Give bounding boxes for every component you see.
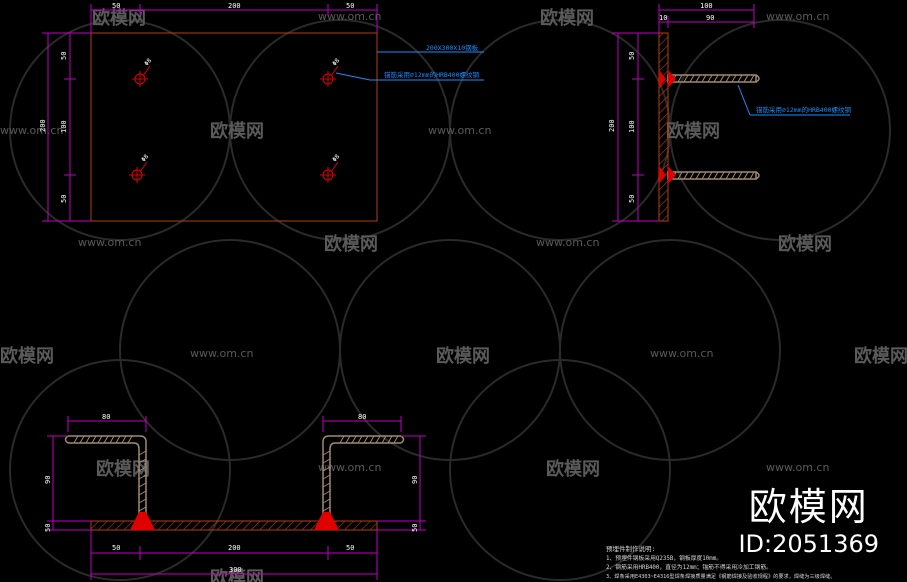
dim-side-left-mid: 100 xyxy=(628,120,636,133)
dim-height-left-bot: 50 xyxy=(44,524,52,532)
dim-bottom-right: 50 xyxy=(346,544,354,552)
watermark-brand: 欧模网 xyxy=(546,458,600,480)
cad-drawing-canvas: 欧模网 www.om.cn 欧模网 www.om.cn www.om.cn 欧模… xyxy=(0,0,907,582)
watermark-site: www.om.cn xyxy=(536,236,599,249)
watermark-site: www.om.cn xyxy=(428,124,491,137)
hole-label: Φ8 xyxy=(331,57,341,67)
watermark-brand: 欧模网 xyxy=(778,233,832,255)
hole-marker xyxy=(320,71,336,87)
dim-bottom-mid: 200 xyxy=(228,544,241,552)
watermark-site: www.om.cn xyxy=(318,461,381,474)
watermark-site: www.om.cn xyxy=(650,347,713,360)
callout-bar-plan: 锚筋采用⌀12mm的HRB400螺纹钢 xyxy=(384,70,480,79)
watermark-brand: 欧模网 xyxy=(436,345,490,367)
watermark-site: www.om.cn xyxy=(190,347,253,360)
dim-bottom-left: 50 xyxy=(112,544,120,552)
dim-bottom-total: 300 xyxy=(229,566,242,574)
dim-side-top-a: 10 xyxy=(659,14,667,22)
hole-label: Φ8 xyxy=(143,57,153,67)
dim-plan-top-right: 50 xyxy=(346,2,354,10)
dim-hook-left: 80 xyxy=(102,413,110,421)
dim-height-right-top: 90 xyxy=(411,476,419,484)
plan-view: 50 200 50 50 100 50 200 Φ8 Φ8 Φ8 Φ8 200X… xyxy=(39,2,484,222)
side-view: 100 10 90 50 100 50 200 锚筋采用⌀12mm的HRB400… xyxy=(608,2,852,222)
brand-block: 欧模网 ID:2051369 xyxy=(738,488,879,556)
notes-line-2: 2、钢筋采用HRB400，直径为12mm；锚筋不得采用冷加工钢筋。 xyxy=(606,563,772,571)
watermark-brand: 欧模网 xyxy=(854,345,907,367)
dim-side-left-top: 50 xyxy=(628,52,636,60)
notes-line-3: 3、焊条采用E4303~E4316型焊条焊接质量满足《钢筋焊接及验收规程》的要求… xyxy=(606,572,835,580)
dim-side-top-b: 90 xyxy=(706,14,714,22)
notes-line-1: 1、预埋件钢板采用Q235B，钢板厚度10mm。 xyxy=(606,554,722,562)
brand-name: 欧模网 xyxy=(748,485,869,529)
watermark-brand: 欧模网 xyxy=(0,345,54,367)
dim-plan-left-top: 50 xyxy=(60,52,68,60)
hole-marker xyxy=(132,71,148,87)
watermark-brand: 欧模网 xyxy=(324,233,378,255)
dim-side-left-bot: 50 xyxy=(628,195,636,203)
dim-side-top-total: 100 xyxy=(700,2,713,10)
watermark-brand: 欧模网 xyxy=(540,7,594,29)
watermark-brand: 欧模网 xyxy=(666,120,720,142)
watermark-site: www.om.cn xyxy=(766,10,829,23)
hole-marker xyxy=(129,167,145,183)
dim-side-left-total: 200 xyxy=(608,119,616,132)
dim-hook-right: 80 xyxy=(358,413,366,421)
notes-title: 预埋件制作说明: xyxy=(606,544,655,553)
model-id: ID:2051369 xyxy=(738,530,879,558)
dim-plan-left-total: 200 xyxy=(39,119,47,132)
hole-label: Φ8 xyxy=(140,153,150,163)
callout-bar-side: 锚筋采用⌀12mm的HRB400螺纹钢 xyxy=(756,105,852,114)
section-rebar-right xyxy=(322,435,405,521)
watermark-site: www.om.cn xyxy=(766,461,829,474)
watermark-brand: 欧模网 xyxy=(210,120,264,142)
section-view: 80 80 90 50 90 50 50 200 50 300 xyxy=(44,413,426,580)
watermark-site: www.om.cn xyxy=(0,124,63,137)
dim-height-right-bot: 50 xyxy=(411,524,419,532)
hole-label: Φ8 xyxy=(331,153,341,163)
side-plate xyxy=(658,32,669,222)
dim-plan-top-left: 50 xyxy=(112,2,120,10)
watermark-site: www.om.cn xyxy=(78,236,141,249)
hole-marker xyxy=(320,167,336,183)
callout-plate: 200X300X10钢板 xyxy=(426,43,479,52)
dim-plan-top-mid: 200 xyxy=(228,2,241,10)
dim-plan-left-bot: 50 xyxy=(60,195,68,203)
dim-plan-left-mid: 100 xyxy=(60,120,68,133)
dim-height-left-top: 90 xyxy=(44,476,52,484)
